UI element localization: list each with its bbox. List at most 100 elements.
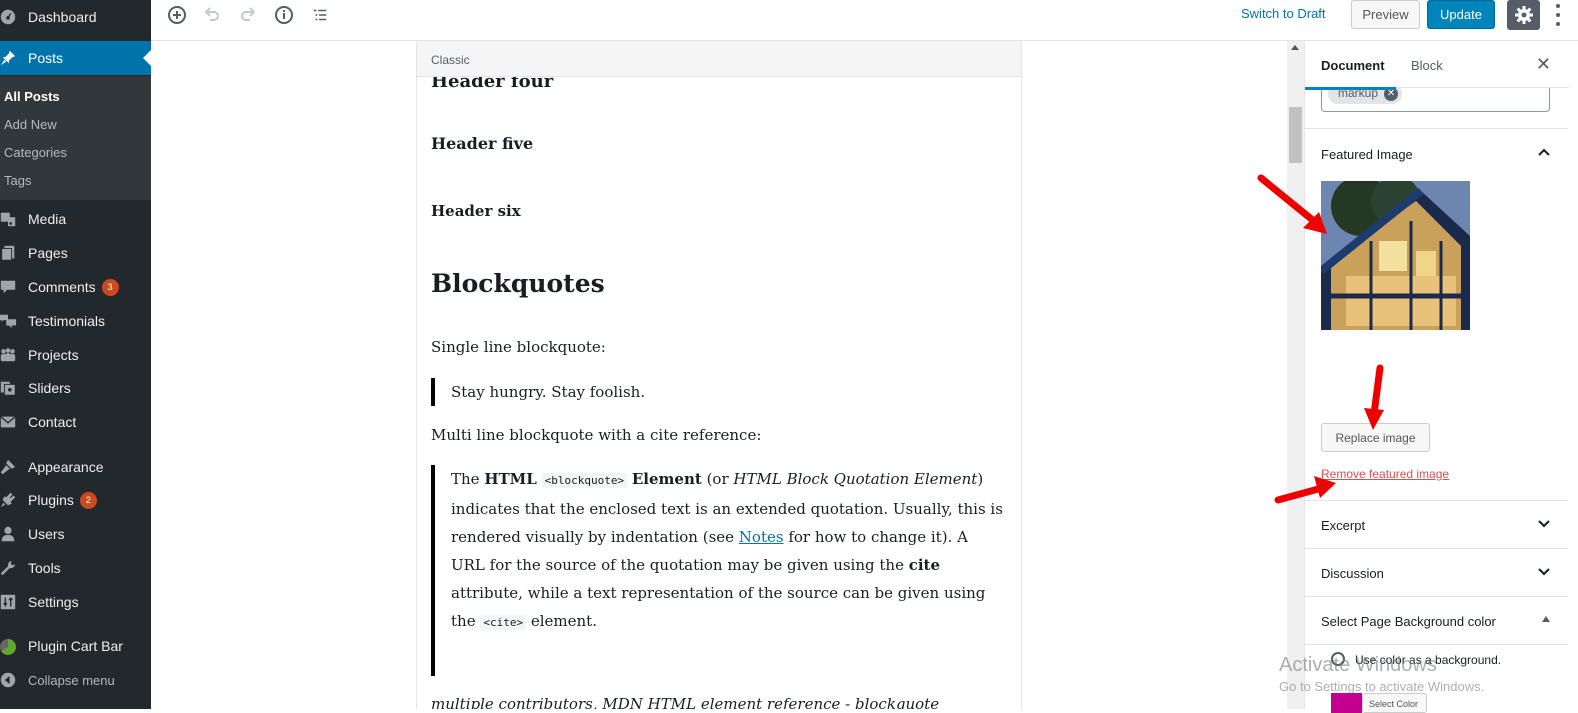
use-color-radio[interactable] [1331,652,1345,666]
sidebar-label: Collapse menu [28,672,115,688]
discussion-panel[interactable]: Discussion [1305,548,1569,596]
plugins-update-badge: 2 [79,491,97,509]
more-menu-button[interactable] [1551,2,1565,28]
cite-code-link[interactable]: <cite> [480,615,527,630]
content-info-button[interactable] [272,3,296,27]
remove-featured-image-link[interactable]: Remove featured image [1321,467,1449,481]
text: element. [526,612,597,630]
sidebar-label: Tools [28,560,61,576]
dashboard-icon [0,8,22,26]
media-icon [0,210,22,228]
plugin-icon [0,491,22,509]
sidebar-item-appearance[interactable]: Appearance [0,450,151,484]
sidebar-item-contact[interactable]: Contact [0,405,151,439]
collapse-icon [0,672,22,688]
code: <blockquote> [541,473,628,488]
heading-five[interactable]: Header five [431,134,533,153]
dot [1556,4,1560,9]
editor-header: Switch to Draft Preview Update [151,0,1578,41]
undo-button[interactable] [200,3,224,27]
submenu-tags[interactable]: Tags [4,173,31,188]
info-icon [275,6,293,24]
heading-six[interactable]: Header six [431,202,521,220]
sidebar-label: Media [28,211,67,227]
undo-icon [204,7,219,21]
preview-button[interactable]: Preview [1351,0,1420,29]
single-blockquote[interactable]: Stay hungry. Stay foolish. [431,378,1006,406]
text: Element [631,470,702,488]
sidebar-item-settings[interactable]: Settings [0,585,151,619]
cart-bar-icon [0,636,22,656]
admin-sidebar: Dashboard Posts All Posts Add New Catego… [0,0,151,709]
sidebar-label: Testimonials [28,313,106,329]
sidebar-item-plugins[interactable]: Plugins 2 [0,483,151,517]
sidebar-label: Posts [28,50,64,66]
notes-link[interactable]: Notes [739,528,784,546]
chevron-down-icon[interactable] [1537,567,1551,577]
sidebar-scrollbar[interactable] [1287,41,1304,709]
chevron-up-icon[interactable] [1537,147,1551,157]
excerpt-panel[interactable]: Excerpt [1305,500,1569,548]
sidebar-label: Plugin Cart Bar [28,638,123,654]
user-icon [0,525,22,543]
text: (or [701,470,734,488]
excerpt-title[interactable]: Excerpt [1321,518,1365,533]
sidebar-label: Contact [28,414,77,430]
editor-canvas[interactable]: Classic Header four Header five Header s… [416,41,1022,709]
featured-image-thumbnail[interactable] [1321,181,1470,330]
add-block-button[interactable] [165,3,189,27]
tab-document[interactable]: Document [1305,58,1396,90]
switch-to-draft-link[interactable]: Switch to Draft [1241,6,1326,21]
dot [1556,12,1560,17]
brush-icon [0,458,22,476]
sidebar-item-pages[interactable]: Pages [0,236,151,270]
blockquote-footer[interactable]: multiple contributors, MDN HTML element … [431,695,939,709]
update-button[interactable]: Update [1427,0,1495,29]
settings-sidebar: markup ✕ Document Block ✕ Featured Image … [1304,41,1569,713]
sidebar-tabs: Document Block ✕ [1305,41,1569,90]
sidebar-item-sliders[interactable]: Sliders [0,371,151,405]
submenu-categories[interactable]: Categories [4,145,67,160]
projects-icon [0,346,22,364]
featured-image-title[interactable]: Featured Image [1321,147,1413,162]
sidebar-item-comments[interactable]: Comments 3 [0,270,151,304]
close-settings-icon[interactable]: ✕ [1536,54,1551,75]
sidebar-item-users[interactable]: Users [0,517,151,551]
sidebar-label: Plugins [28,492,74,508]
block-navigation-button[interactable] [308,3,332,27]
select-color-button[interactable]: Select Color [1362,693,1427,713]
submenu-all-posts[interactable]: All Posts [4,89,60,104]
sidebar-item-posts[interactable]: Posts [0,41,151,75]
pin-icon [0,49,22,67]
triangle-up-icon[interactable] [1541,615,1551,623]
multi-blockquote-intro[interactable]: Multi line blockquote with a cite refere… [431,426,761,444]
collapse-menu-button[interactable]: Collapse menu [0,663,151,697]
heading-blockquotes[interactable]: Blockquotes [431,269,605,298]
sidebar-item-media[interactable]: Media [0,202,151,236]
redo-icon [241,7,256,21]
divider [1305,644,1569,645]
tab-block[interactable]: Block [1411,58,1443,73]
sidebar-item-tools[interactable]: Tools [0,551,151,585]
replace-image-button[interactable]: Replace image [1321,423,1430,452]
scroll-up-arrow[interactable] [1291,45,1299,50]
background-color-panel[interactable]: Select Page Background color [1305,596,1569,644]
settings-icon [0,593,22,611]
mail-icon [0,413,22,431]
submenu-add-new[interactable]: Add New [4,117,57,132]
single-quote-text: Stay hungry. Stay foolish. [451,383,646,401]
redo-button[interactable] [236,3,260,27]
sidebar-item-projects[interactable]: Projects [0,338,151,372]
single-blockquote-intro[interactable]: Single line blockquote: [431,338,606,356]
background-color-title[interactable]: Select Page Background color [1321,614,1496,629]
sidebar-label: Pages [28,245,68,261]
scroll-thumb[interactable] [1289,107,1302,163]
color-swatch[interactable] [1331,693,1362,713]
discussion-title[interactable]: Discussion [1321,566,1384,581]
sidebar-item-plugin-cart-bar[interactable]: Plugin Cart Bar [0,629,151,663]
sidebar-item-dashboard[interactable]: Dashboard [0,0,151,34]
multi-blockquote[interactable]: The HTML <blockquote> Element (or HTML B… [431,465,1006,676]
settings-toggle-button[interactable] [1507,0,1540,30]
sidebar-item-testimonials[interactable]: Testimonials [0,304,151,338]
chevron-down-icon[interactable] [1537,519,1551,529]
